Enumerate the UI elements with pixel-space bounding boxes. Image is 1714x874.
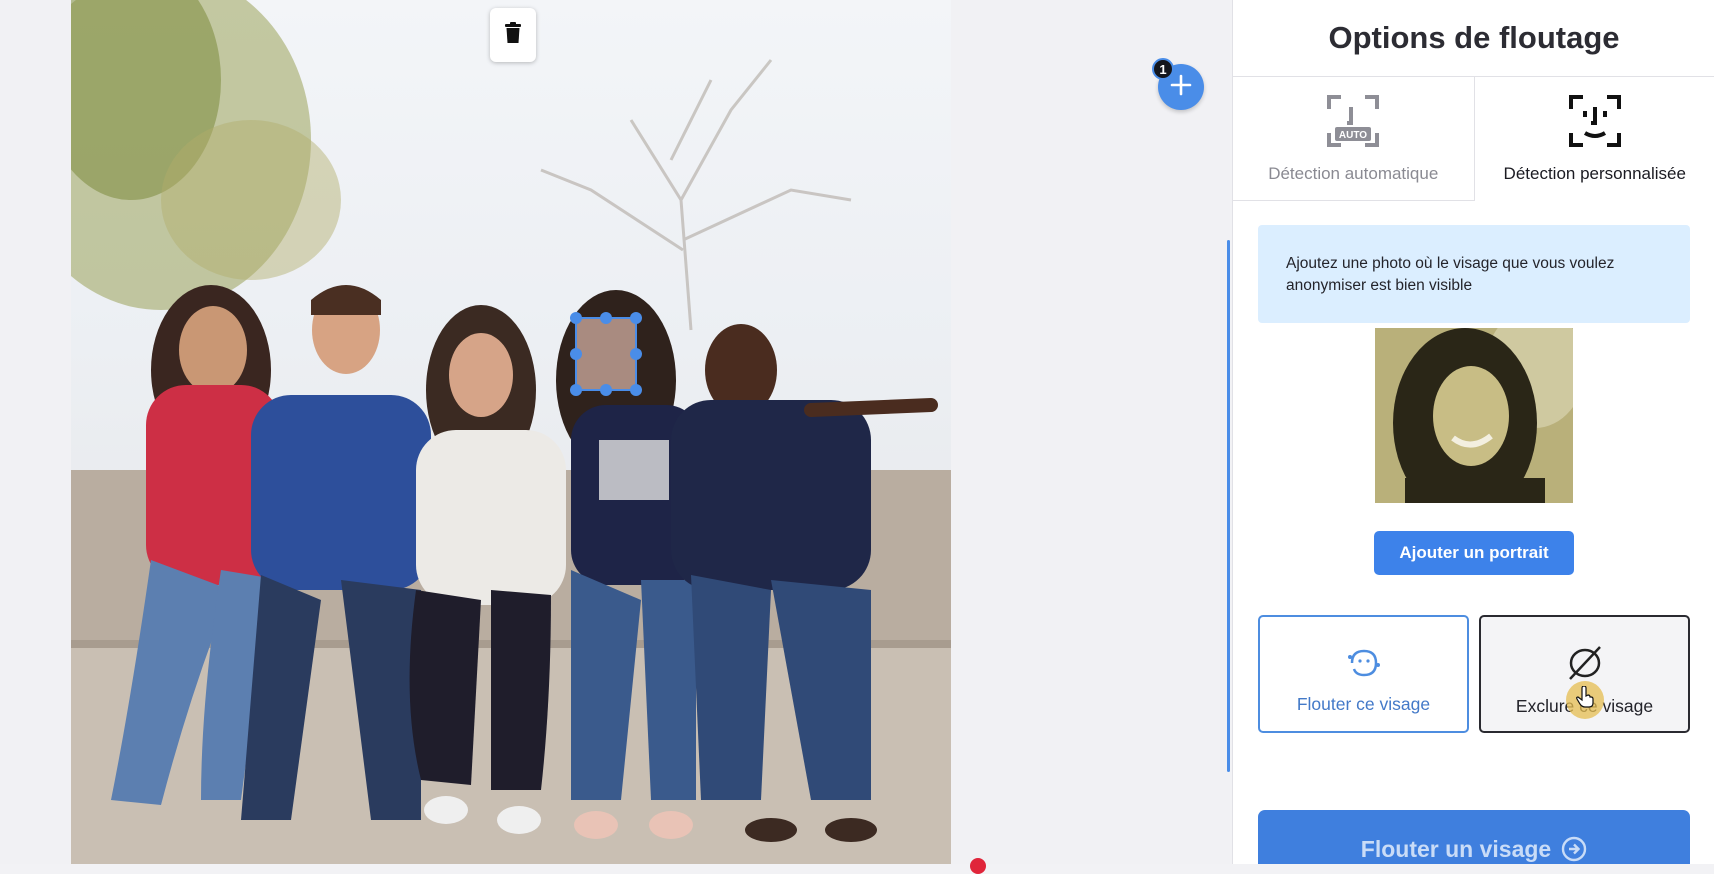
blur-face-submit-button[interactable]: Flouter un visage [1258, 810, 1690, 864]
arrow-circle-icon [1561, 836, 1587, 864]
reference-portrait [1375, 328, 1573, 503]
tab-automatic-label: Détection automatique [1268, 164, 1438, 184]
add-portrait-button[interactable]: Ajouter un portrait [1374, 531, 1574, 575]
blur-face-button[interactable]: Flouter ce visage [1258, 615, 1469, 733]
cta-label: Flouter un visage [1361, 836, 1551, 863]
panel-scroll-indicator[interactable] [1227, 240, 1230, 772]
editor-canvas: 1 [0, 0, 1230, 864]
info-message: Ajoutez une photo où le visage que vous … [1258, 225, 1690, 323]
delete-selection-button[interactable] [490, 8, 536, 62]
photo-illustration [71, 0, 951, 864]
trash-icon [504, 22, 522, 49]
hand-cursor-icon [1576, 686, 1594, 713]
face-scan-icon [1567, 93, 1623, 154]
auto-badge-text: AUTO [1339, 130, 1367, 141]
blur-options-panel: Options de floutage AUTO Détection autom… [1232, 0, 1714, 864]
plus-icon [1170, 74, 1192, 101]
face-scan-auto-icon: AUTO [1325, 93, 1381, 154]
blur-face-label: Flouter ce visage [1297, 694, 1430, 715]
face-count-badge: 1 [1152, 58, 1174, 80]
notification-dot [970, 858, 986, 874]
tab-custom-detection[interactable]: Détection personnalisée [1475, 77, 1714, 201]
exclude-face-button[interactable]: Exclure ce visage [1479, 615, 1690, 733]
tab-automatic-detection[interactable]: AUTO Détection automatique [1233, 77, 1475, 201]
detection-tabs: AUTO Détection automatique [1233, 77, 1714, 201]
group-photo [71, 0, 951, 864]
exclude-face-icon [1566, 645, 1604, 686]
blur-face-icon [1346, 647, 1382, 684]
tab-custom-label: Détection personnalisée [1504, 164, 1686, 184]
panel-title: Options de floutage [1233, 0, 1714, 77]
